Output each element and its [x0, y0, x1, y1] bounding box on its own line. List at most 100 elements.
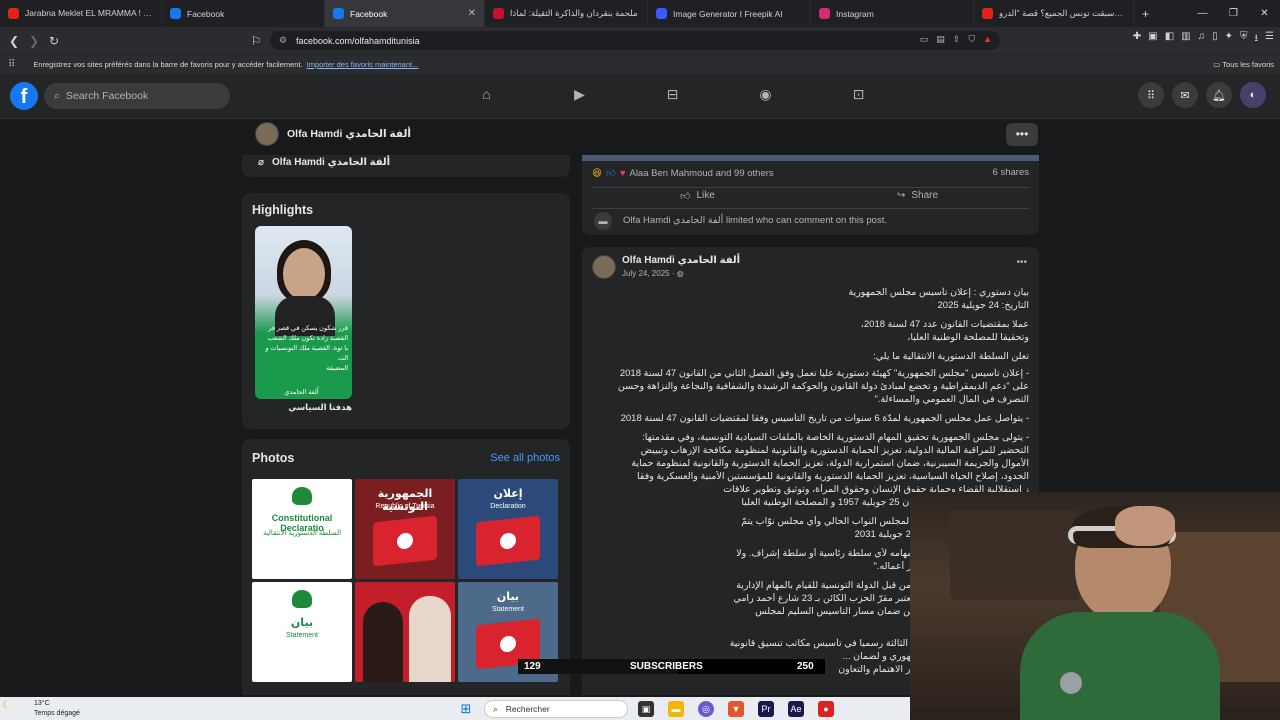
post-text-line: وتحقيقا للمصلحة الوطنية العليا، [907, 332, 1029, 343]
maximize-icon[interactable]: ❐ [1218, 0, 1249, 27]
close-window-icon[interactable]: ✕ [1249, 0, 1280, 27]
photo-title: بيان [496, 591, 520, 603]
reload-icon[interactable]: ↻ [44, 34, 64, 48]
taskbar-search[interactable]: ⌕ Rechercher [484, 700, 628, 718]
messenger-icon[interactable]: ✉ [1172, 82, 1198, 108]
after-effects-icon[interactable]: Ae [788, 701, 804, 717]
browser-tab[interactable]: Instagram [811, 0, 974, 27]
premiere-icon[interactable]: Pr [758, 701, 774, 717]
extension-puzzle-icon[interactable]: ✚ [1133, 31, 1141, 48]
all-favorites[interactable]: ▭ Tous les favoris [1213, 60, 1274, 69]
photo-tile[interactable]: الجمهورية التونسية Republic of Tunisia [355, 479, 455, 579]
browser-tab[interactable]: Facebook [162, 0, 325, 27]
post-options-icon[interactable]: ••• [1016, 257, 1027, 268]
flag-crescent-icon [500, 635, 516, 653]
tab-title: ملحمة بنقردان والذاكرة الثقيلة: لماذا [510, 8, 638, 18]
brave-icon[interactable]: ▼ [728, 701, 744, 717]
highlight-thumbnail[interactable]: قرر شكون يسكن في قصر قر القصبة زادة تكون … [255, 226, 352, 399]
post-author-avatar[interactable] [592, 255, 616, 279]
minimize-icon[interactable]: — [1187, 0, 1218, 27]
url-actions: ▭ ▤ ⇪ ⛉ ▲ [920, 34, 992, 45]
rewards-icon[interactable]: ▲ [983, 34, 992, 45]
profile-avatar[interactable] [255, 122, 279, 146]
tree-logo-icon [292, 487, 312, 505]
previous-post-card: 😆︎ 👍︎ ♥ Alaa Ben Mahmoud and 99 others 6… [582, 155, 1039, 235]
site-info-icon[interactable]: ⚙ [279, 35, 287, 46]
messenger-name: Olfa Hamdi ألفة الحامدي [272, 157, 391, 168]
more-options-button[interactable]: ••• [1006, 123, 1038, 146]
import-bookmarks-link[interactable]: Importer des favoris maintenant... [307, 60, 419, 69]
windows-start-icon[interactable]: ⊞ [458, 701, 474, 717]
menu-icon[interactable]: ☰ [1265, 31, 1274, 48]
home-icon[interactable]: ⌂ [440, 86, 533, 103]
bookmark-icon[interactable]: ⚐ [246, 34, 266, 48]
discord-icon[interactable]: ◎ [698, 701, 714, 717]
sidebar-icon[interactable]: ◧ [1165, 31, 1174, 48]
file-explorer-icon[interactable]: ▬ [668, 701, 684, 717]
photo-title: بيان [290, 617, 314, 629]
share-button[interactable]: ↪ Share [897, 190, 938, 201]
post-date[interactable]: July 24, 2025 · ◍ [622, 269, 684, 278]
see-all-photos-link[interactable]: See all photos [490, 452, 560, 464]
photos-grid: Constitutional Declaratio السلطة الدستوري… [252, 479, 558, 682]
browser-tab[interactable]: Facebook ✕ [325, 0, 485, 27]
share-icon[interactable]: ⇪ [953, 34, 961, 45]
tab-favicon-icon [8, 8, 19, 19]
search-input[interactable]: ⌕ Search Facebook [44, 83, 230, 109]
photo-tile[interactable]: Constitutional Declaratio السلطة الدستوري… [252, 479, 352, 579]
gaming-icon[interactable]: ⊡ [812, 86, 905, 103]
split-view-icon[interactable]: ▯ [1212, 31, 1218, 48]
download-icon[interactable]: ⭳ [1255, 31, 1259, 48]
leo-icon[interactable]: ✦ [1225, 31, 1233, 48]
url-bar[interactable]: ⚙ facebook.com/olfahamditunisia ▭ ▤ ⇪ ⛉ … [270, 31, 1000, 50]
tab-favicon-icon [170, 8, 181, 19]
person-photo-left [363, 602, 403, 682]
facebook-logo[interactable]: f [10, 82, 38, 110]
tab-icon[interactable]: ▣ [1148, 31, 1157, 48]
account-avatar[interactable]: ◐ [1240, 82, 1266, 108]
profile-name[interactable]: Olfa Hamdi ألفة الحامدي [287, 128, 411, 140]
browser-tab[interactable]: كيف سبقت تونس الجميع؟ قصة "الدرو [974, 0, 1134, 27]
all-favorites-label: Tous les favoris [1222, 59, 1274, 69]
highlight-caption: هدفنا السياسي [288, 402, 352, 412]
new-tab-button[interactable]: + [1134, 0, 1157, 27]
reader-icon[interactable]: ▤ [936, 34, 945, 45]
reactions-row[interactable]: 😆︎ 👍︎ ♥ Alaa Ben Mahmoud and 99 others [592, 167, 774, 180]
notifications-icon[interactable]: 🔔︎ [1206, 82, 1232, 108]
post-author-name[interactable]: Olfa Hamdi ألفة الحامدي [622, 255, 740, 266]
messenger-small-icon: ⌀ [258, 157, 265, 168]
shares-count[interactable]: 6 shares [993, 167, 1029, 178]
shield-icon[interactable]: ⛉ [968, 34, 975, 45]
browser-tab-bar: Jarabna Meklet EL MRAMMA ! 😁 - Facebook Fa… [0, 0, 1280, 27]
marketplace-icon[interactable]: ⊟ [626, 86, 719, 103]
url-text: facebook.com/olfahamditunisia [296, 35, 420, 46]
browser-tab[interactable]: Jarabna Meklet EL MRAMMA ! 😁 - [0, 0, 162, 27]
browser-tab[interactable]: Image Generator I Freepik AI [648, 0, 811, 27]
photo-tile[interactable] [355, 582, 455, 682]
back-icon[interactable]: ❮ [4, 34, 24, 48]
messenger-row[interactable]: ⌀ Olfa Hamdi ألفة الحامدي [258, 157, 390, 168]
music-icon[interactable]: ♫ [1198, 31, 1206, 48]
browser-tab[interactable]: ملحمة بنقردان والذاكرة الثقيلة: لماذا [485, 0, 648, 27]
vpn-icon[interactable]: ⛨ [1240, 31, 1248, 48]
video-icon[interactable]: ▶ [533, 86, 626, 103]
wallet-icon[interactable]: ▥ [1181, 31, 1190, 48]
photo-title: إعلان [493, 488, 523, 500]
photo-tile[interactable]: بيان Statement [252, 582, 352, 682]
flag-crescent-icon [500, 532, 516, 550]
groups-icon[interactable]: ◉ [719, 86, 812, 103]
flag-icon [476, 515, 540, 567]
like-button[interactable]: 👍︎ Like [680, 190, 715, 202]
highlight-text-line: يا توة، القصبة ملك التونسيات و الت [265, 345, 348, 362]
photo-tile[interactable]: إعلان Declaration [458, 479, 558, 579]
haha-reaction-icon: 😆︎ [592, 167, 602, 179]
weather-widget[interactable]: 13°C Temps dégagé [34, 699, 80, 719]
obs-icon[interactable]: ● [818, 701, 834, 717]
apps-icon[interactable]: ⠿ [8, 59, 15, 70]
menu-grid-icon[interactable]: ⠿ [1138, 82, 1164, 108]
cast-icon[interactable]: ▭ [920, 34, 929, 45]
close-tab-icon[interactable]: ✕ [468, 8, 476, 19]
task-view-icon[interactable]: ▣ [638, 701, 654, 717]
forward-icon[interactable]: ❯ [24, 34, 44, 48]
like-label: Like [696, 190, 715, 201]
